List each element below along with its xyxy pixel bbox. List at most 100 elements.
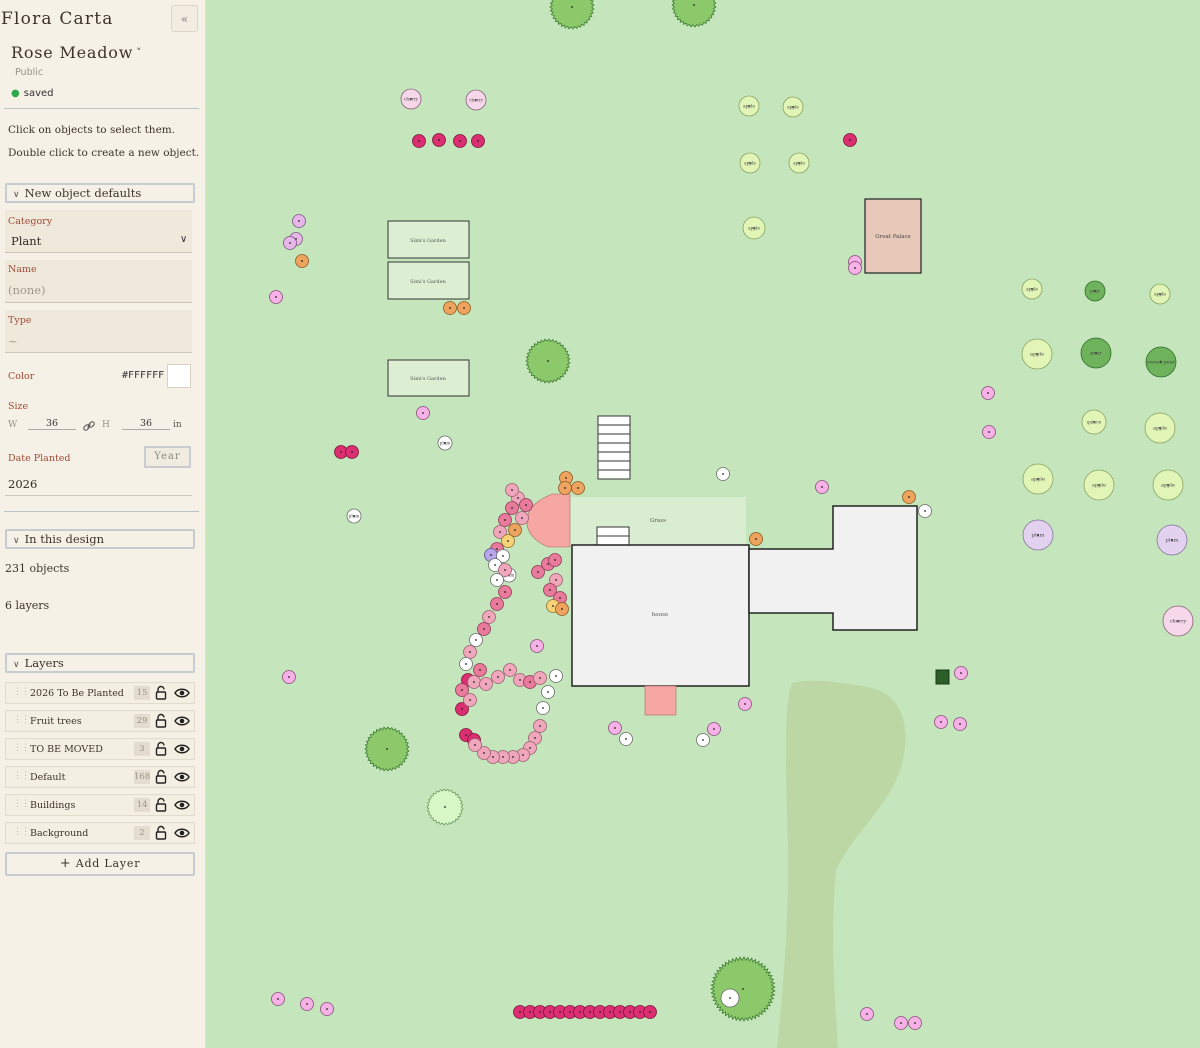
height-label: H <box>102 420 110 430</box>
house-label: house <box>652 612 668 618</box>
plant-center-dot <box>529 681 531 683</box>
link-icon[interactable] <box>82 418 96 432</box>
drag-handle-icon[interactable]: ⋮⋮ <box>13 715 30 725</box>
color-hex-value[interactable]: #FFFFFF <box>122 370 164 381</box>
drag-handle-icon[interactable]: ⋮⋮ <box>13 799 30 809</box>
date-planted-label: Date Planted <box>8 453 71 464</box>
plant-center-dot <box>488 616 490 618</box>
width-label: W <box>8 420 18 430</box>
layer-object-count: 3 <box>134 742 150 756</box>
compost-bin[interactable] <box>935 669 950 685</box>
plant-center-dot <box>940 721 942 723</box>
eye-icon[interactable] <box>174 714 190 728</box>
eye-icon[interactable] <box>174 770 190 784</box>
help-text-create: Double click to create a new object. <box>8 147 200 159</box>
layer-row[interactable]: ⋮⋮ Fruit trees 29 <box>5 710 195 732</box>
plant-center-dot <box>483 628 485 630</box>
status-text: saved <box>23 88 54 99</box>
porch[interactable] <box>644 685 677 716</box>
plant-label: apple <box>748 226 760 231</box>
layer-row[interactable]: ⋮⋮ 2026 To Be Planted 15 <box>5 682 195 704</box>
type-field[interactable] <box>5 310 192 353</box>
drag-handle-icon[interactable]: ⋮⋮ <box>13 827 30 837</box>
plant-label: apple <box>787 105 799 110</box>
layer-name: 2026 To Be Planted <box>30 688 124 699</box>
plant-center-dot <box>565 477 567 479</box>
design-name-dropdown[interactable]: Rose Meadow ˅ <box>11 43 142 62</box>
plant-center-dot <box>351 451 353 453</box>
lock-icon[interactable] <box>154 713 168 729</box>
layer-name: Fruit trees <box>30 716 82 727</box>
width-input[interactable]: 36 <box>28 418 76 430</box>
color-swatch[interactable] <box>167 364 191 388</box>
category-value: Plant <box>11 234 42 248</box>
layer-row[interactable]: ⋮⋮ Background 2 <box>5 822 195 844</box>
save-status: ● saved <box>11 88 54 99</box>
plant-label: apple <box>1153 426 1167 432</box>
layer-row[interactable]: ⋮⋮ Buildings 14 <box>5 794 195 816</box>
eye-icon[interactable] <box>174 826 190 840</box>
plant-label: cherry <box>1170 619 1187 625</box>
layer-object-count: 14 <box>134 798 150 812</box>
eye-icon[interactable] <box>174 742 190 756</box>
plant-center-dot <box>289 242 291 244</box>
plant-center-dot <box>275 296 277 298</box>
plant-center-dot <box>639 1011 641 1013</box>
plant-center-dot <box>539 725 541 727</box>
lock-icon[interactable] <box>154 685 168 701</box>
plant-center-dot <box>496 579 498 581</box>
plant-center-dot <box>547 563 549 565</box>
lock-icon[interactable] <box>154 741 168 757</box>
height-input[interactable]: 36 <box>122 418 170 430</box>
plant-label: quince <box>1087 420 1102 425</box>
garden-map-canvas[interactable]: Grass house Great Palace Simi's Garden S… <box>206 0 1200 1048</box>
add-layer-button[interactable]: + Add Layer <box>5 852 195 876</box>
plant-center-dot <box>288 676 290 678</box>
plant-label: plum <box>440 441 451 446</box>
layer-row[interactable]: ⋮⋮ TO BE MOVED 3 <box>5 738 195 760</box>
name-label: Name <box>8 264 37 275</box>
section-title: Layers <box>24 656 64 670</box>
plant-center-dot <box>499 531 501 533</box>
layer-row[interactable]: ⋮⋮ Default 168 <box>5 766 195 788</box>
plant-center-dot <box>511 489 513 491</box>
plant-center-dot <box>492 756 494 758</box>
plant-center-dot <box>469 699 471 701</box>
year-button[interactable]: Year <box>144 446 191 468</box>
plant-center-dot <box>959 723 961 725</box>
plant-center-dot <box>326 1008 328 1010</box>
drag-handle-icon[interactable]: ⋮⋮ <box>13 771 30 781</box>
plant-center-dot <box>507 540 509 542</box>
type-placeholder: ~ <box>8 334 18 348</box>
eye-icon[interactable] <box>174 798 190 812</box>
plant-center-dot <box>549 589 551 591</box>
plant-center-dot <box>522 754 524 756</box>
in-this-design-toggle[interactable]: ∨ In this design <box>5 529 195 549</box>
plant-label: plum <box>349 514 360 519</box>
collapse-sidebar-button[interactable]: « <box>171 5 198 32</box>
garden-bed-label: Simi's Garden <box>410 376 446 382</box>
plant-center-dot <box>461 708 463 710</box>
chevron-down-icon: ∨ <box>13 536 20 546</box>
layer-name: TO BE MOVED <box>30 744 103 755</box>
plant-center-dot <box>465 734 467 736</box>
plant-center-dot <box>619 1011 621 1013</box>
drag-handle-icon[interactable]: ⋮⋮ <box>13 743 30 753</box>
layer-object-count: 15 <box>134 686 150 700</box>
object-count: 231 objects <box>5 562 70 575</box>
plant-center-dot <box>537 571 539 573</box>
lock-icon[interactable] <box>154 825 168 841</box>
plant-center-dot <box>504 591 506 593</box>
plant-center-dot <box>555 579 557 581</box>
lock-icon[interactable] <box>154 797 168 813</box>
new-object-defaults-toggle[interactable]: ∨ New object defaults <box>5 183 195 203</box>
layers-toggle[interactable]: ∨ Layers <box>5 653 195 673</box>
lock-icon[interactable] <box>154 769 168 785</box>
eye-icon[interactable] <box>174 686 190 700</box>
layer-name: Background <box>30 828 89 839</box>
drag-handle-icon[interactable]: ⋮⋮ <box>13 687 30 697</box>
plant-center-dot <box>722 473 724 475</box>
plant-center-dot <box>549 1011 551 1013</box>
plant-center-dot <box>729 997 731 999</box>
plant-label: apple <box>1161 483 1175 489</box>
